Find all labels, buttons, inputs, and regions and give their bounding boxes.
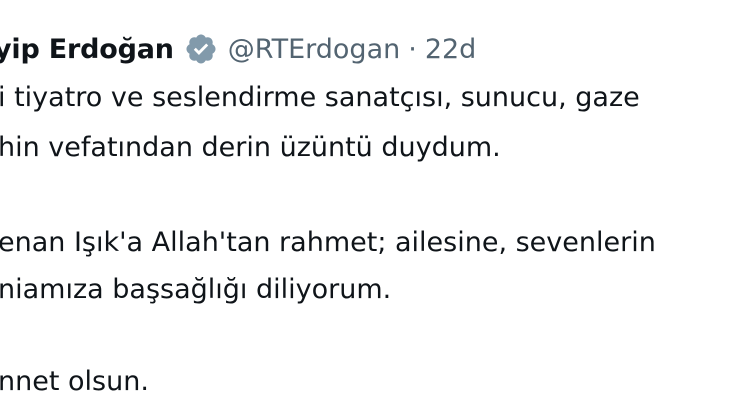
user-handle[interactable]: @RTErdogan (228, 34, 400, 65)
tweet-text-line: i tiyatro ve seslendirme sanatçısı, sunu… (0, 82, 640, 113)
display-name[interactable]: yip Erdoğan (0, 34, 174, 65)
tweet: yip Erdoğan @RTErdogan · 22d i tiyatro v… (0, 0, 740, 417)
separator-dot: · (408, 33, 417, 65)
tweet-text-line: enan Işık'a Allah'tan rahmet; ailesine, … (0, 227, 656, 258)
tweet-text-line: hin vefatından derin üzüntü duydum. (0, 132, 501, 163)
tweet-text-line: niamıza başsağlığı diliyorum. (0, 274, 392, 305)
tweet-header: yip Erdoğan @RTErdogan · 22d (0, 27, 476, 71)
tweet-text-line: nnet olsun. (0, 366, 149, 397)
verified-badge-icon[interactable] (184, 32, 218, 66)
timestamp-link[interactable]: 22d (425, 34, 477, 65)
